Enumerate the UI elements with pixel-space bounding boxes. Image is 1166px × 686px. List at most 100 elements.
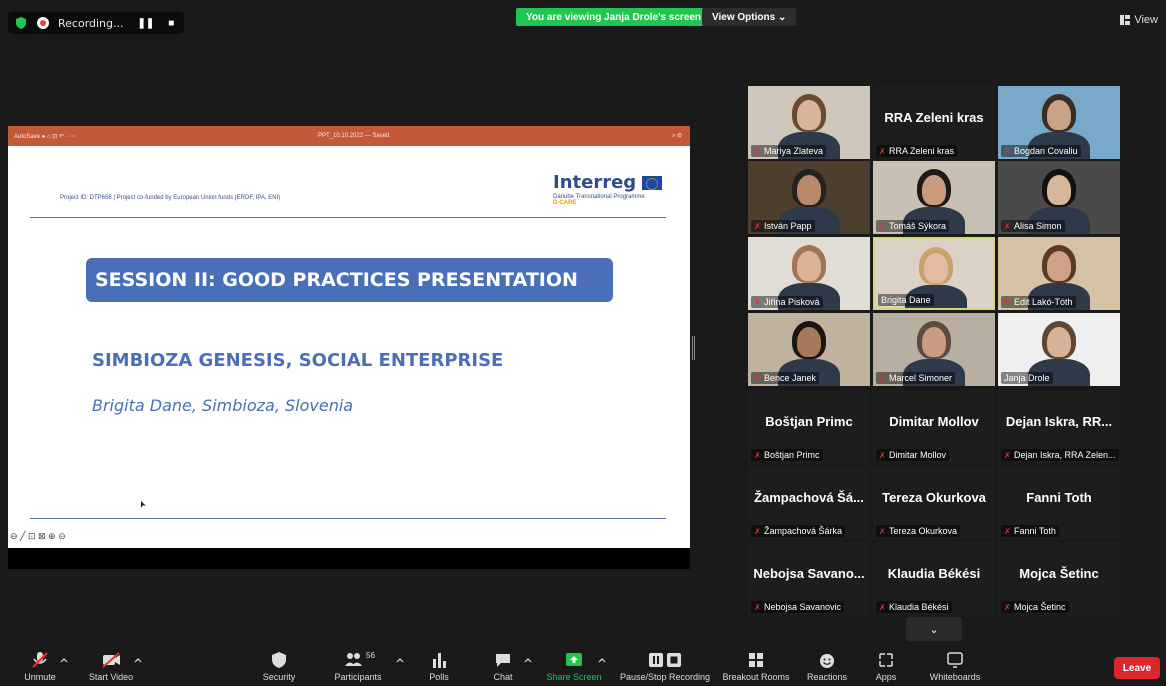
shared-screen: AutoSave ● ⌂ ⊡ ↶ · ⋯ PPT_10.10.2022 — Sa… (8, 126, 690, 569)
pause-stop-recording-label: Pause/Stop Recording (619, 672, 711, 682)
splitter-handle[interactable] (692, 336, 695, 360)
apps-icon (879, 653, 893, 667)
slideshow-tools[interactable]: ⊖ ╱ ⊡ ⊠ ⊕ ⊝ (10, 531, 66, 542)
interreg-name: Interreg (553, 172, 637, 193)
participant-display-name: Mojca Šetinc (1019, 566, 1099, 581)
share-screen-button[interactable]: Share Screen (544, 651, 604, 682)
participant-display-name: Fanni Toth (1026, 490, 1092, 505)
participant-name: Jiřina Pisková (764, 297, 820, 307)
chevron-up-icon[interactable] (598, 657, 606, 663)
pause-stop-icon (649, 653, 681, 667)
participant-display-name: Nebojsa Savano... (753, 566, 865, 581)
participant-tile[interactable]: Brigita Dane (873, 237, 995, 310)
participant-tile[interactable]: Dimitar Mollov ✗ Dimitar Mollov (873, 390, 995, 463)
participant-name-label: ✗ Tomáš Sýkora (876, 220, 950, 232)
participant-face (1047, 175, 1071, 205)
participant-name: Janja Drole (1004, 373, 1050, 383)
chat-button[interactable]: Chat (490, 651, 516, 682)
view-button[interactable]: View (1120, 14, 1158, 26)
participant-tile[interactable]: ✗ Edit Lakó-Tóth (998, 237, 1120, 310)
participant-face (922, 327, 946, 357)
pause-stop-recording-button[interactable]: Pause/Stop Recording (616, 651, 714, 682)
participant-tile[interactable]: Mojca Šetinc ✗ Mojca Šetinc (998, 542, 1120, 615)
participant-display-name: Boštjan Primc (765, 414, 853, 429)
participant-name-label: ✗ Mariya Zlateva (751, 145, 827, 157)
mouse-cursor (141, 501, 146, 508)
participant-face (1047, 100, 1071, 130)
participant-tile[interactable]: RRA Zeleni kras ✗ RRA Zeleni kras (873, 86, 995, 159)
muted-microphone-icon: ✗ (754, 526, 761, 536)
view-options-button[interactable]: View Options ⌄ (702, 8, 797, 26)
participant-name-label: ✗ Tereza Okurkova (876, 525, 961, 537)
chevron-up-icon[interactable] (60, 657, 68, 663)
participant-tile[interactable]: ✗ Jiřina Pisková (748, 237, 870, 310)
participant-tile[interactable]: Tereza Okurkova ✗ Tereza Okurkova (873, 466, 995, 539)
participant-tile[interactable]: Nebojsa Savano... ✗ Nebojsa Savanovic (748, 542, 870, 615)
participant-face (922, 175, 946, 205)
meeting-toolbar: Unmute Start Video Security Participants… (0, 643, 1166, 686)
whiteboards-button[interactable]: Whiteboards (926, 651, 984, 682)
participant-tile[interactable]: Klaudia Békési ✗ Klaudia Békési (873, 542, 995, 615)
chevron-up-icon[interactable] (396, 657, 404, 663)
muted-microphone-icon: ✗ (879, 526, 886, 536)
participant-name: Brigita Dane (881, 295, 931, 305)
start-video-button[interactable]: Start Video (84, 651, 138, 682)
leave-button[interactable]: Leave (1114, 657, 1160, 679)
participants-label: Participants (334, 672, 382, 682)
share-screen-label: Share Screen (546, 672, 602, 682)
viewing-screen-banner: You are viewing Janja Drole's screen (516, 8, 712, 26)
participant-tile[interactable]: Žampachová Šá... ✗ Žampachová Šárka (748, 466, 870, 539)
pause-recording-button[interactable]: ❚❚ (138, 18, 155, 29)
reactions-button[interactable]: Reactions (804, 651, 850, 682)
muted-microphone-icon: ✗ (879, 450, 886, 460)
apps-button[interactable]: Apps (874, 651, 898, 682)
muted-microphone-icon: ✗ (879, 221, 886, 231)
muted-microphone-icon (32, 652, 48, 668)
breakout-rooms-button[interactable]: Breakout Rooms (720, 651, 792, 682)
participant-name: Alisa Simon (1014, 221, 1062, 231)
participant-name: Dimitar Mollov (889, 450, 947, 460)
participant-display-name: Žampachová Šá... (754, 490, 864, 505)
gallery-expand-button[interactable]: ⌄ (906, 617, 962, 641)
participant-display-name: Dejan Iskra, RR... (1005, 414, 1113, 429)
participant-face (1047, 251, 1071, 281)
participant-tile[interactable]: Janja Drole (998, 313, 1120, 386)
participant-name-label: Janja Drole (1001, 372, 1053, 384)
participant-tile[interactable]: Fanni Toth ✗ Fanni Toth (998, 466, 1120, 539)
muted-microphone-icon: ✗ (1004, 297, 1011, 307)
participant-tile[interactable]: ✗ Bogdan Covaliu (998, 86, 1120, 159)
muted-microphone-icon: ✗ (879, 602, 886, 612)
participant-face (797, 251, 821, 281)
muted-microphone-icon: ✗ (754, 146, 761, 156)
participant-name-label: Brigita Dane (878, 294, 934, 306)
participant-name: Bence Janek (764, 373, 817, 383)
project-acronym: D-CARE (553, 200, 577, 206)
polls-button[interactable]: Polls (426, 651, 452, 682)
muted-microphone-icon: ✗ (879, 146, 886, 156)
participant-tile[interactable]: ✗ Marcel Simoner (873, 313, 995, 386)
chevron-up-icon[interactable] (524, 657, 532, 663)
share-screen-icon (566, 653, 582, 666)
session-heading: SESSION II: GOOD PRACTICES PRESENTATION (86, 258, 613, 302)
unmute-button[interactable]: Unmute (22, 651, 58, 682)
participant-tile[interactable]: ✗ Bence Janek (748, 313, 870, 386)
slide-title: SIMBIOZA GENESIS, SOCIAL ENTERPRISE (92, 350, 504, 371)
apps-label: Apps (875, 672, 897, 682)
participant-tile[interactable]: ✗ István Papp (748, 161, 870, 234)
participant-display-name: Dimitar Mollov (889, 414, 979, 429)
participant-name: Tomáš Sýkora (889, 221, 947, 231)
participant-name: Nebojsa Savanovic (764, 602, 842, 612)
stop-recording-button[interactable]: ■ (168, 18, 174, 29)
participant-tile[interactable]: ✗ Alisa Simon (998, 161, 1120, 234)
participants-button[interactable]: Participants (330, 651, 386, 682)
participant-tile[interactable]: ✗ Mariya Zlateva (748, 86, 870, 159)
participant-name: Marcel Simoner (889, 373, 953, 383)
participant-tile[interactable]: Dejan Iskra, RR... ✗ Dejan Iskra, RRA Zele… (998, 390, 1120, 463)
security-button[interactable]: Security (258, 651, 300, 682)
participant-tile[interactable]: ✗ Tomáš Sýkora (873, 161, 995, 234)
chevron-up-icon[interactable] (134, 657, 142, 663)
participant-tile[interactable]: Boštjan Primc ✗ Boštjan Primc (748, 390, 870, 463)
start-video-label: Start Video (88, 672, 134, 682)
recording-label: Recording... (58, 16, 124, 30)
smiley-icon (820, 654, 834, 668)
